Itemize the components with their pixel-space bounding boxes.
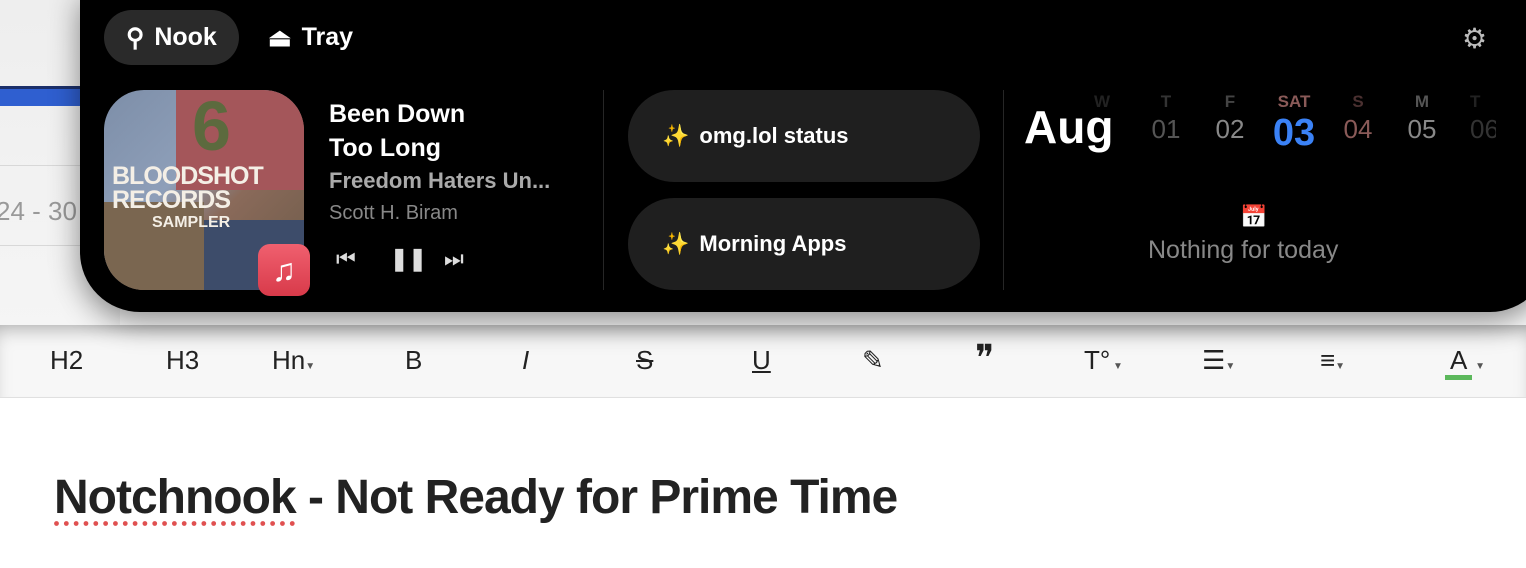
day-name: T	[1470, 92, 1481, 111]
tray-icon: ⏏	[268, 23, 292, 52]
quote-button[interactable]: ❞	[975, 337, 994, 379]
tab-label: Nook	[154, 23, 217, 51]
sparkles-icon: ✨	[662, 231, 690, 256]
tab-label: Tray	[301, 23, 354, 51]
align-button[interactable]: ≡▼	[1320, 345, 1345, 376]
chevron-down-icon: ▼	[1225, 361, 1236, 372]
chevron-down-icon: ▼	[305, 361, 316, 372]
divider	[603, 90, 604, 290]
calendar-day[interactable]: T 06	[1456, 92, 1496, 145]
tab-tray[interactable]: ⏏ Tray	[246, 10, 375, 65]
date-range: 24 - 30	[0, 196, 77, 226]
tab-nook[interactable]: ⚲ Nook	[104, 10, 239, 65]
day-number: 02	[1215, 114, 1245, 144]
day-name: T	[1160, 92, 1172, 111]
day-number: 06	[1470, 114, 1496, 144]
label: Hn	[272, 345, 306, 375]
label: A	[1445, 345, 1473, 380]
day-number: 05	[1407, 114, 1437, 144]
text-format-button[interactable]: T° ▼	[1084, 345, 1123, 376]
day-number: 03	[1272, 112, 1316, 154]
calendar-day[interactable]: W	[1072, 92, 1132, 112]
shortcut-morning-apps[interactable]: ✨ Morning Apps	[628, 198, 980, 290]
song-title: Been Down Too Long	[329, 97, 465, 165]
day-number: 01	[1151, 114, 1181, 144]
heading-2-button[interactable]: H2	[50, 345, 83, 376]
calendar-day[interactable]: T 01	[1136, 92, 1196, 145]
title-line: Too Long	[329, 134, 441, 162]
art-text: SAMPLER	[152, 214, 231, 231]
gear-icon[interactable]: ⚙	[1462, 22, 1526, 55]
day-name: SAT	[1277, 92, 1311, 111]
previous-track-icon[interactable]: ⏮	[336, 246, 356, 272]
music-app-icon[interactable]: ♫	[258, 244, 310, 296]
day-name: W	[1093, 92, 1111, 111]
calendar-day[interactable]: F 02	[1200, 92, 1260, 145]
shortcut-label: Morning Apps	[699, 231, 847, 256]
art-number: 6	[192, 90, 231, 165]
day-name: S	[1352, 92, 1364, 111]
day-name: M	[1414, 92, 1430, 111]
bold-button[interactable]: B	[405, 345, 422, 376]
chevron-down-icon: ▼	[1472, 361, 1486, 372]
calendar-day-today[interactable]: SAT 03	[1264, 92, 1324, 155]
text-color-button[interactable]: A ▼	[1445, 345, 1486, 380]
title-rest: - Not Ready for Prime Time	[295, 471, 898, 524]
title-misspelled-word: Notchnook	[54, 471, 297, 524]
day-name: F	[1224, 92, 1236, 111]
document-title[interactable]: Notchnook - Not Ready for Prime Time	[54, 470, 898, 525]
calendar-check-icon: 📅	[1240, 204, 1268, 229]
chevron-down-icon: ▼	[1335, 361, 1346, 372]
heading-n-button[interactable]: Hn▼	[272, 345, 315, 376]
album-name: Freedom Haters Un...	[329, 168, 551, 193]
sparkles-icon: ✨	[662, 123, 690, 148]
desk-lamp-icon: ⚲	[126, 23, 145, 52]
next-track-icon[interactable]: ⏭	[444, 246, 464, 272]
list-button[interactable]: ☰▼	[1202, 345, 1235, 376]
pause-icon[interactable]: ❚❚	[390, 246, 427, 272]
chevron-down-icon: ▼	[1110, 361, 1123, 372]
label: ☰	[1202, 345, 1226, 375]
label: ≡	[1320, 345, 1336, 375]
shortcut-label: omg.lol status	[699, 123, 849, 148]
art-text: BLOODSHOT RECORDS	[112, 164, 264, 214]
title-line: Been Down	[329, 100, 466, 128]
italic-button[interactable]: I	[522, 345, 529, 376]
editor-toolbar: H2 H3 Hn▼ B I S U ✎ ❞ T° ▼ ☰▼ ≡▼ A ▼	[0, 325, 1526, 398]
highlight-button[interactable]: ✎	[862, 345, 884, 376]
calendar-day[interactable]: S 04	[1328, 92, 1388, 145]
shortcut-omg-lol-status[interactable]: ✨ omg.lol status	[628, 90, 980, 182]
strikethrough-button[interactable]: S	[636, 345, 653, 376]
calendar-day[interactable]: M 05	[1392, 92, 1452, 145]
heading-3-button[interactable]: H3	[166, 345, 199, 376]
artist-name: Scott H. Biram	[329, 202, 458, 224]
label: T°	[1084, 345, 1111, 375]
no-events-message: Nothing for today	[1148, 236, 1339, 264]
art-line: RECORDS	[112, 186, 231, 214]
divider	[1003, 90, 1004, 290]
underline-button[interactable]: U	[752, 345, 771, 376]
day-number: 04	[1343, 114, 1373, 144]
